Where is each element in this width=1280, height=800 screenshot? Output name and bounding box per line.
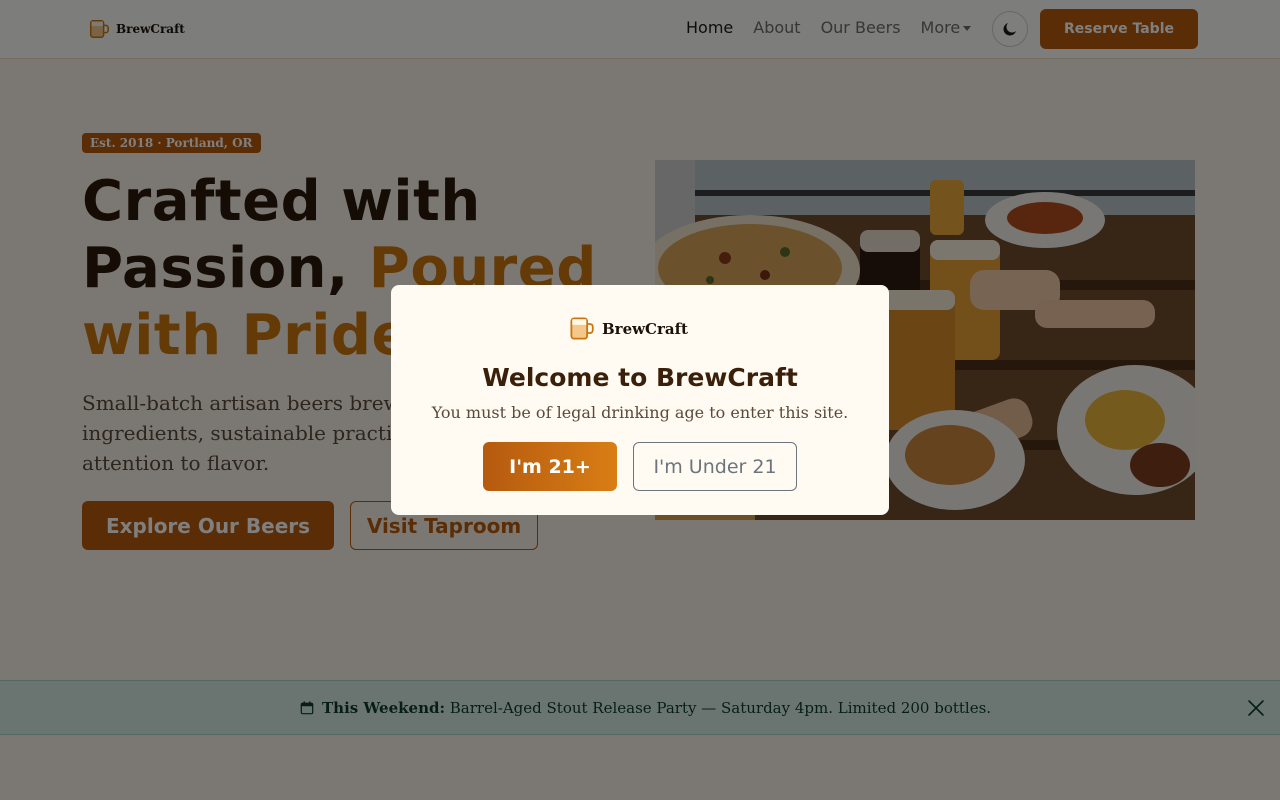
modal-subtitle: You must be of legal drinking age to ent… xyxy=(431,403,849,422)
modal-brand-name: BrewCraft xyxy=(602,319,688,338)
confirm-age-button[interactable]: I'm 21+ xyxy=(483,442,617,491)
modal-title: Welcome to BrewCraft xyxy=(482,363,798,392)
modal-brand: BrewCraft xyxy=(568,315,688,342)
beer-mug-icon xyxy=(570,317,594,340)
decline-age-button[interactable]: I'm Under 21 xyxy=(633,442,797,491)
age-verification-modal: BrewCraft Welcome to BrewCraft You must … xyxy=(391,285,889,515)
